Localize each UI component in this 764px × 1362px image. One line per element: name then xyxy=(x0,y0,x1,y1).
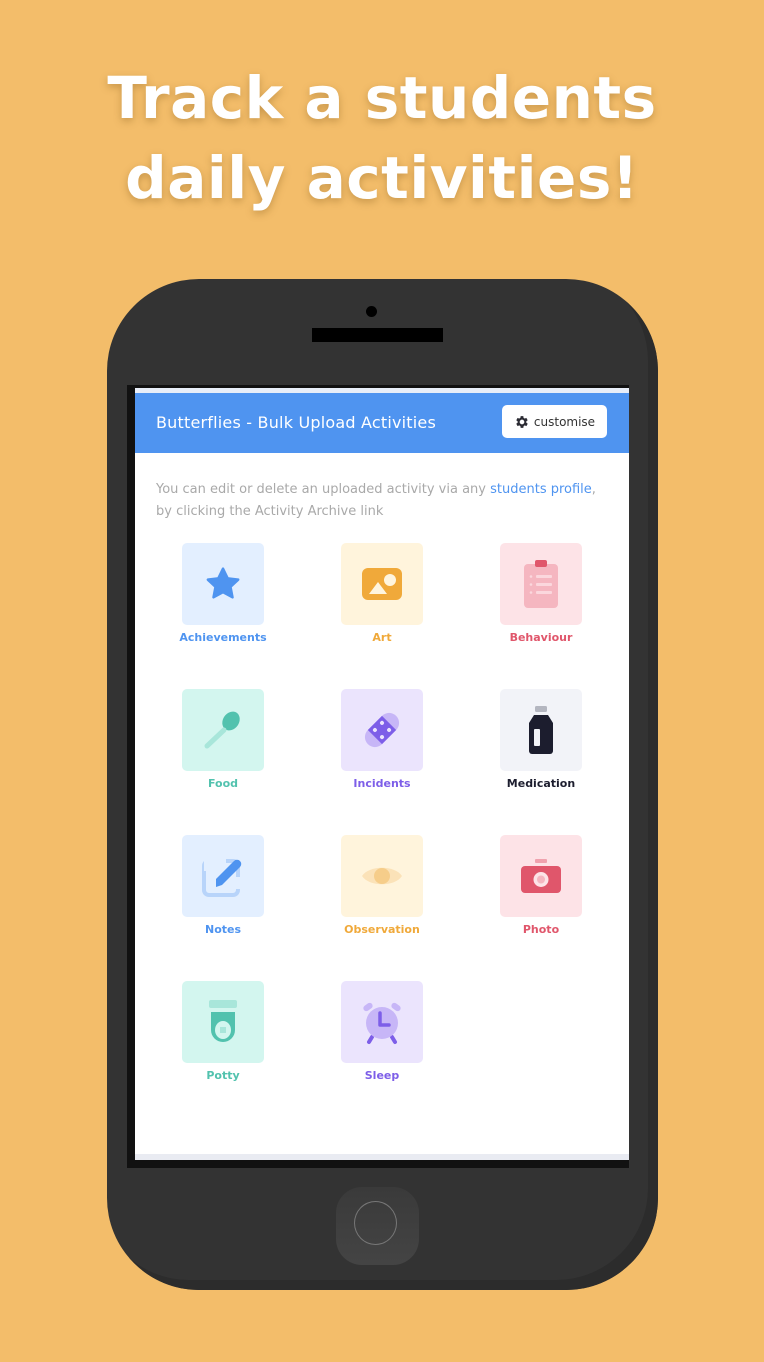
activity-tile-box xyxy=(182,689,264,771)
activity-label: Incidents xyxy=(353,777,411,790)
earpiece-speaker xyxy=(312,328,443,342)
activity-tile-food[interactable]: Food xyxy=(178,689,268,790)
customise-button[interactable]: customise xyxy=(502,405,607,438)
camera-icon xyxy=(521,859,561,893)
headline-line-2: daily activities! xyxy=(125,144,639,212)
activity-tile-box xyxy=(341,981,423,1063)
activity-label: Photo xyxy=(522,923,560,936)
star-icon xyxy=(206,567,240,599)
activity-tile-box xyxy=(341,689,423,771)
gear-icon xyxy=(516,415,528,428)
app-header: Butterflies - Bulk Upload Activities cus… xyxy=(135,393,629,453)
spoon-icon xyxy=(204,711,240,749)
activity-tile-art[interactable]: Art xyxy=(337,543,427,644)
activity-tile-behaviour[interactable]: Behaviour xyxy=(496,543,586,644)
medicine-bottle-icon xyxy=(529,706,553,754)
activity-tile-box xyxy=(500,543,582,625)
activity-tile-sleep[interactable]: Sleep xyxy=(337,981,427,1082)
activity-label: Food xyxy=(207,777,239,790)
image-icon xyxy=(362,568,402,600)
activity-label: Potty xyxy=(206,1069,240,1082)
activity-tile-potty[interactable]: Potty xyxy=(178,981,268,1082)
activity-tile-medication[interactable]: Medication xyxy=(496,689,586,790)
screen-bottom-strip xyxy=(135,1154,629,1160)
alarm-clock-icon xyxy=(363,1002,401,1044)
activity-label: Observation xyxy=(344,923,420,936)
activity-tile-incidents[interactable]: Incidents xyxy=(337,689,427,790)
description-text: You can edit or delete an uploaded activ… xyxy=(156,482,491,497)
clipboard-icon xyxy=(524,560,558,608)
activity-tile-box xyxy=(182,543,264,625)
activity-label: Behaviour xyxy=(509,631,573,644)
activity-tile-box xyxy=(500,835,582,917)
toilet-icon xyxy=(209,1000,237,1042)
front-camera xyxy=(366,306,377,317)
activity-tile-box xyxy=(341,835,423,917)
activity-label: Achievements xyxy=(179,631,267,644)
students-profile-link[interactable]: students profile xyxy=(490,482,592,497)
activity-tile-box xyxy=(341,543,423,625)
activity-label: Notes xyxy=(204,923,242,936)
eye-icon xyxy=(362,867,402,885)
help-description: You can edit or delete an uploaded activ… xyxy=(156,479,606,523)
activity-tile-box xyxy=(500,689,582,771)
activity-label: Art xyxy=(372,631,392,644)
edit-note-icon xyxy=(202,857,242,897)
activity-tile-observation[interactable]: Observation xyxy=(337,835,427,936)
home-button[interactable] xyxy=(336,1187,419,1265)
activity-tile-box xyxy=(182,981,264,1063)
bandage-icon xyxy=(364,712,400,748)
customise-label: customise xyxy=(533,414,596,429)
activity-label: Medication xyxy=(506,777,576,790)
page-title: Butterflies - Bulk Upload Activities xyxy=(156,413,436,432)
activity-tile-photo[interactable]: Photo xyxy=(496,835,586,936)
home-button-ring xyxy=(354,1201,397,1245)
phone-screen: Butterflies - Bulk Upload Activities cus… xyxy=(135,388,629,1160)
promo-headline: Track a students daily activities! xyxy=(0,58,764,218)
activity-tile-achievements[interactable]: Achievements xyxy=(178,543,268,644)
headline-line-1: Track a students xyxy=(107,64,657,132)
activity-tile-box xyxy=(182,835,264,917)
activity-label: Sleep xyxy=(364,1069,400,1082)
activity-tile-notes[interactable]: Notes xyxy=(178,835,268,936)
